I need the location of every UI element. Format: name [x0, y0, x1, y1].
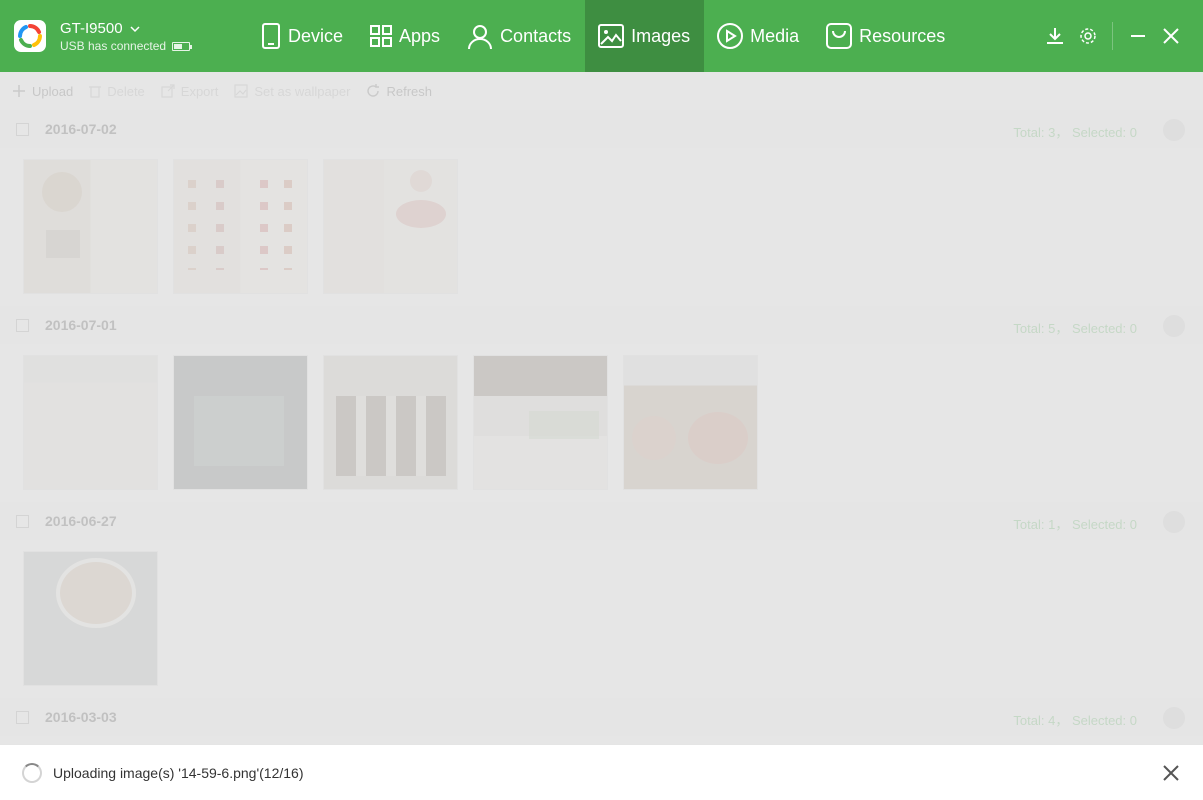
group-select-checkbox[interactable] [16, 514, 29, 528]
device-name-row: GT-I9500 [60, 20, 190, 37]
chevron-down-icon [130, 25, 140, 32]
export-label: Export [180, 83, 219, 99]
image-thumbnail[interactable] [23, 355, 158, 490]
group-select-checkbox[interactable] [16, 710, 29, 724]
plus-icon [13, 85, 25, 97]
person-icon [468, 25, 493, 50]
nav-device[interactable]: Device [248, 0, 357, 72]
group-header: 2016-07-02 Total: 3， Selected: 0 [0, 110, 1203, 148]
set-wallpaper-button[interactable]: Set as wallpaper [234, 84, 350, 99]
group-count: Total: 1， Selected: 0 [1013, 517, 1137, 532]
group-count: Total: 3， Selected: 0 [1013, 125, 1137, 140]
date-group: 2016-07-01 Total: 5， Selected: 0 [0, 306, 1203, 502]
group-date: 2016-06-27 [45, 513, 117, 529]
close-icon [1162, 28, 1179, 44]
device-name: GT-I9500 [60, 20, 123, 37]
device-status-row: USB has connected [60, 39, 193, 53]
refresh-button[interactable]: Refresh [366, 84, 432, 99]
trash-icon [89, 86, 102, 98]
phone-icon [262, 23, 280, 49]
loading-spinner-icon [22, 762, 42, 783]
image-thumbnail[interactable] [623, 355, 758, 490]
date-group: 2016-07-02 Total: 3， Selected: 0 [0, 110, 1203, 306]
nav-label-device: Device [288, 25, 344, 46]
thumbnail-row [0, 540, 1203, 698]
upload-label: Upload [32, 83, 74, 99]
image-thumbnail[interactable] [23, 551, 158, 686]
date-group: 2016-03-03 Total: 4， Selected: 0 [0, 698, 1203, 736]
nav-contacts[interactable]: Contacts [454, 0, 585, 72]
nav-images[interactable]: Images [585, 0, 705, 72]
group-select-checkbox[interactable] [16, 318, 29, 332]
close-window-button[interactable] [1154, 0, 1187, 72]
play-circle-icon [717, 23, 744, 49]
nav-label-apps: Apps [399, 25, 441, 46]
group-date: 2016-07-01 [45, 317, 117, 333]
connection-status: USB has connected [60, 39, 167, 53]
export-icon [161, 84, 175, 98]
download-button[interactable] [1038, 0, 1071, 72]
settings-gear-icon [1079, 28, 1096, 44]
collapse-toggle-icon[interactable] [1163, 511, 1185, 533]
device-selector[interactable]: GT-I9500 USB has connected [60, 20, 193, 53]
nav-label-media: Media [750, 25, 800, 46]
upload-status-text: Uploading image(s) '14-59-6.png'(12/16) [53, 764, 304, 781]
date-group: 2016-06-27 Total: 1， Selected: 0 [0, 502, 1203, 698]
settings-button[interactable] [1071, 0, 1104, 72]
delete-button[interactable]: Delete [89, 84, 145, 99]
thumbnail-row [0, 344, 1203, 502]
divider [1112, 22, 1113, 50]
collapse-toggle-icon[interactable] [1163, 119, 1185, 141]
image-thumbnail[interactable] [323, 159, 458, 294]
upload-button[interactable]: Upload [12, 84, 73, 99]
minimize-button[interactable] [1121, 0, 1154, 72]
image-icon [598, 24, 625, 48]
minimize-icon [1130, 35, 1145, 37]
window-controls [1038, 0, 1203, 72]
group-header: 2016-06-27 Total: 1， Selected: 0 [0, 502, 1203, 540]
group-header: 2016-07-01 Total: 5， Selected: 0 [0, 306, 1203, 344]
group-header: 2016-03-03 Total: 4， Selected: 0 [0, 698, 1203, 736]
image-gallery: 2016-07-02 Total: 3， Selected: 0 2016-07… [0, 110, 1203, 744]
image-thumbnail[interactable] [323, 355, 458, 490]
nav-media[interactable]: Media [704, 0, 813, 72]
nav-resources[interactable]: Resources [813, 0, 959, 72]
download-icon [1046, 28, 1063, 44]
close-icon[interactable] [1161, 763, 1181, 783]
group-select-checkbox[interactable] [16, 122, 29, 136]
group-count: Total: 5， Selected: 0 [1013, 321, 1137, 336]
nav-label-contacts: Contacts [500, 25, 572, 46]
battery-icon [172, 41, 193, 51]
app-logo-icon [14, 20, 46, 52]
group-date: 2016-07-02 [45, 121, 117, 137]
image-thumbnail[interactable] [473, 355, 608, 490]
image-thumbnail[interactable] [173, 159, 308, 294]
wallpaper-icon [234, 84, 248, 98]
group-date: 2016-03-03 [45, 709, 117, 725]
refresh-label: Refresh [386, 83, 433, 99]
delete-label: Delete [107, 83, 145, 99]
nav-apps[interactable]: Apps [357, 0, 454, 72]
nav-label-resources: Resources [859, 25, 946, 46]
image-thumbnail[interactable] [23, 159, 158, 294]
set-wallpaper-label: Set as wallpaper [254, 83, 351, 99]
shopping-bag-icon [826, 23, 853, 49]
group-count: Total: 4， Selected: 0 [1013, 713, 1137, 728]
collapse-toggle-icon[interactable] [1163, 315, 1185, 337]
apps-grid-icon [370, 25, 393, 47]
collapse-toggle-icon[interactable] [1163, 707, 1185, 729]
main-nav: Device Apps Contacts Images Media Resour… [248, 0, 959, 72]
export-button[interactable]: Export [161, 83, 219, 99]
nav-label-images: Images [631, 25, 691, 46]
upload-status-bar: Uploading image(s) '14-59-6.png'(12/16) [0, 744, 1203, 800]
toolbar: Upload Delete Export Set as wallpaper Re… [0, 72, 1203, 110]
title-bar: GT-I9500 USB has connected Device Apps C… [0, 0, 1203, 72]
image-thumbnail[interactable] [173, 355, 308, 490]
refresh-icon [367, 84, 380, 97]
thumbnail-row [0, 148, 1203, 306]
